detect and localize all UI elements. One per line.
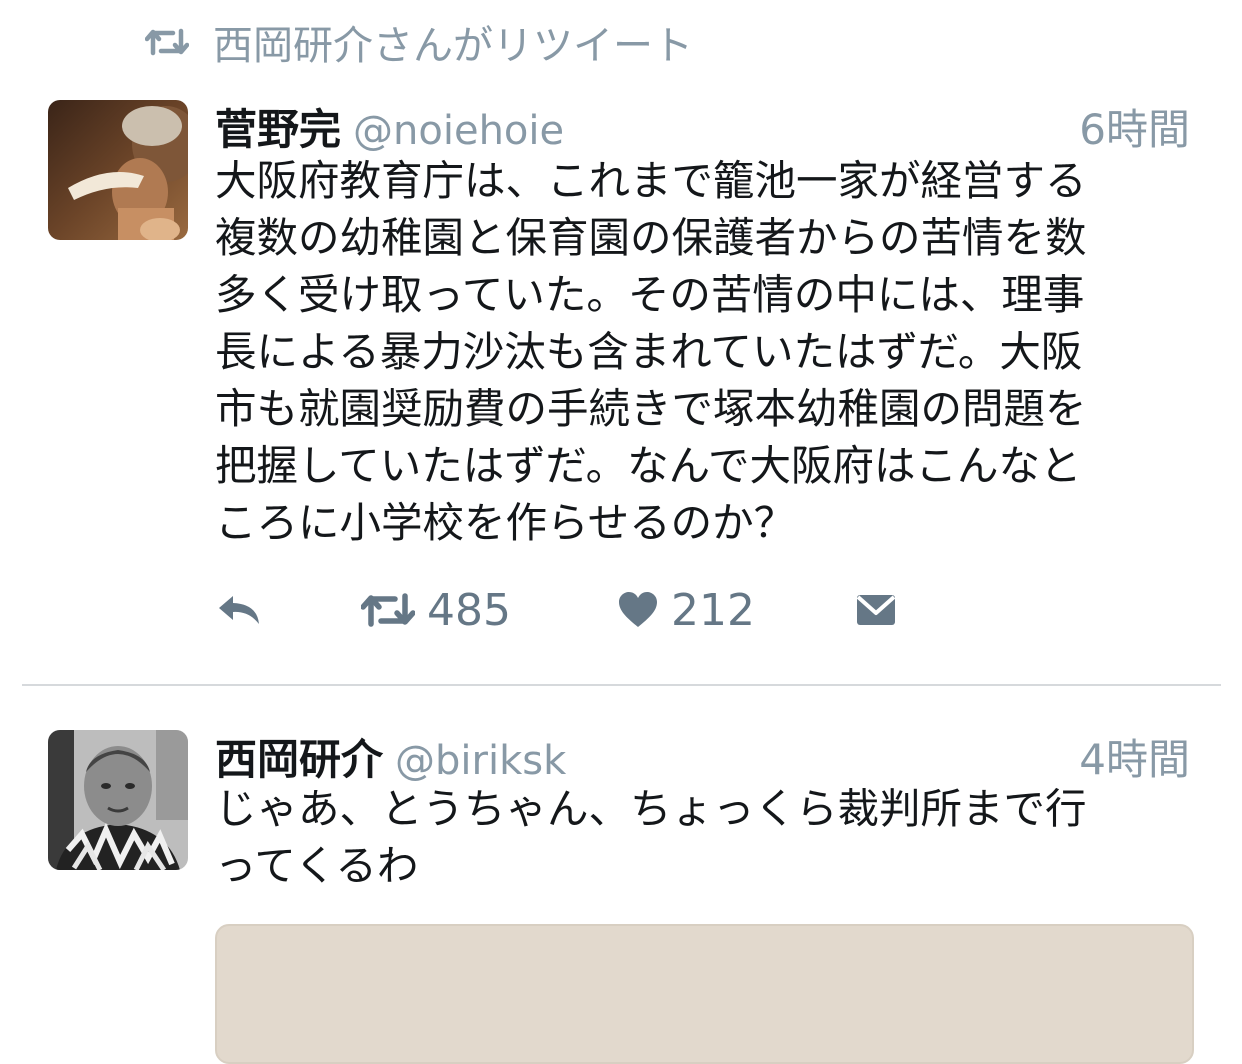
retweet-icon [145, 27, 189, 57]
direct-message-button[interactable] [855, 580, 897, 640]
reply-icon [215, 592, 263, 628]
tweet-author[interactable]: 西岡研介 @biriksk [215, 726, 566, 787]
tweet-text-line: 市も就園奨励費の手続きで塚本幼稚園の問題を [215, 384, 1087, 433]
tweet-text: じゃあ、とうちゃん、ちょっくら裁判所まで行 ってくるわ [215, 780, 1175, 894]
envelope-icon [855, 593, 897, 627]
retweet-icon [361, 592, 415, 628]
reply-button[interactable] [215, 580, 263, 640]
tweet-actions: 485 212 [215, 580, 1115, 640]
tweet-text-line: ころに小学校を作らせるのか？ [215, 498, 796, 547]
handle[interactable]: @noiehoie [353, 108, 564, 154]
retweet-button[interactable]: 485 [361, 580, 511, 640]
tweet-author[interactable]: 菅野完 @noiehoie [215, 96, 564, 157]
tweet-text-line: 大阪府教育庁は、これまで籠池一家が経営する [215, 156, 1087, 205]
display-name[interactable]: 西岡研介 [215, 735, 383, 784]
avatar[interactable] [48, 730, 188, 870]
tweet-text-line: ってくるわ [215, 841, 419, 890]
retweet-context[interactable]: 西岡研介さんがリツイート [145, 18, 693, 69]
display-name[interactable]: 菅野完 [215, 105, 341, 154]
avatar[interactable] [48, 100, 188, 240]
like-count: 212 [671, 584, 755, 636]
retweet-context-label: 西岡研介さんがリツイート [213, 23, 693, 69]
heart-icon [617, 591, 659, 629]
tweet-text-line: 長による暴力沙汰も含まれていたはずだ。大阪 [215, 327, 1083, 376]
tweet-divider [22, 684, 1221, 686]
timestamp[interactable]: 4時間 [1079, 726, 1190, 787]
tweet-text-line: じゃあ、とうちゃん、ちょっくら裁判所まで行 [215, 784, 1087, 833]
handle[interactable]: @biriksk [395, 738, 566, 784]
like-button[interactable]: 212 [617, 580, 755, 640]
tweet-media-image[interactable] [215, 924, 1194, 1064]
tweet-text: 大阪府教育庁は、これまで籠池一家が経営する 複数の幼稚園と保育園の保護者からの苦… [215, 152, 1175, 551]
tweet-text-line: 把握していたはずだ。なんで大阪府はこんなと [215, 441, 1082, 490]
tweet-text-line: 多く受け取っていた。その苦情の中には、理事 [215, 270, 1085, 319]
timestamp[interactable]: 6時間 [1079, 96, 1190, 157]
tweet-text-line: 複数の幼稚園と保育園の保護者からの苦情を数 [215, 213, 1087, 262]
retweet-count: 485 [427, 584, 511, 636]
